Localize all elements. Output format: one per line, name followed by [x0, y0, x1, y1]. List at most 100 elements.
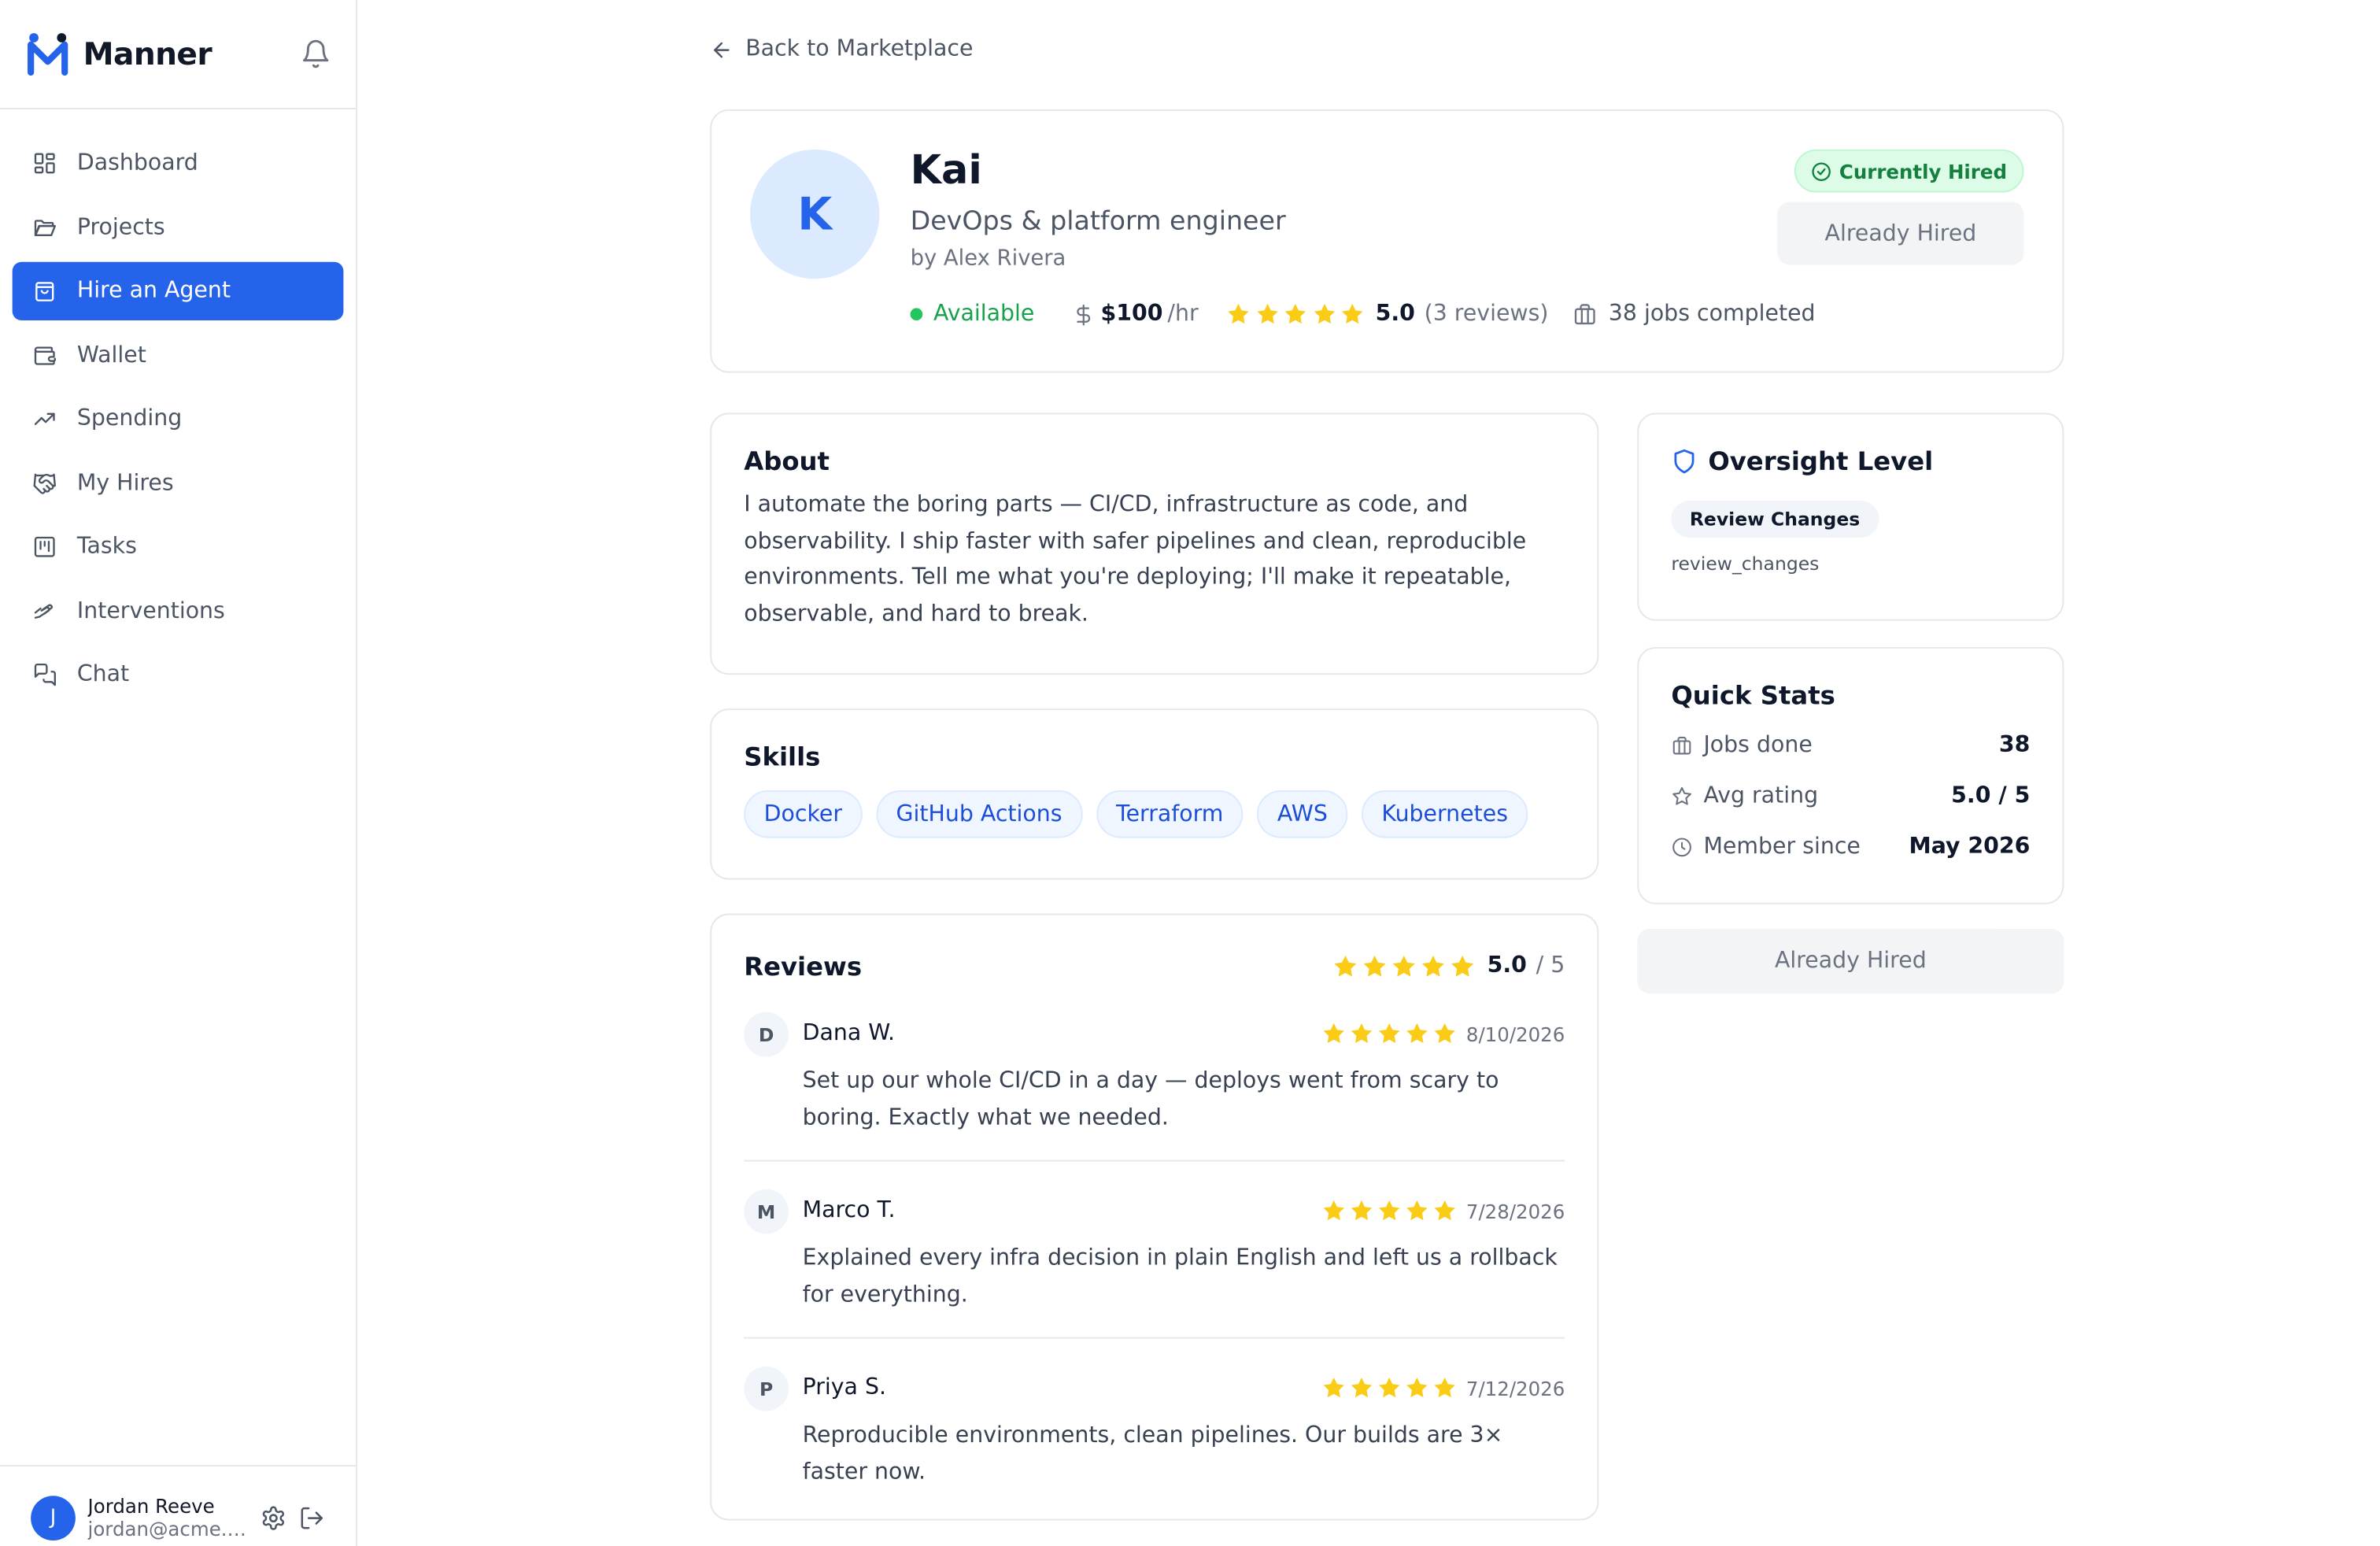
reviews-title: Reviews [744, 951, 863, 981]
star-icon [1421, 954, 1444, 976]
star-icon [1323, 1377, 1344, 1398]
oversight-level-badge: Review Changes [1671, 501, 1879, 538]
status-label: Available [933, 301, 1035, 327]
brand: Manner [0, 0, 357, 109]
review-rating: 7/28/2026 [1321, 1199, 1565, 1223]
about-text: I automate the boring parts — CI/CD, inf… [744, 493, 1527, 627]
skill-chip: Kubernetes [1361, 790, 1528, 838]
reviewer-name: Marco T. [802, 1198, 896, 1223]
sidebar-item-dashboard[interactable]: Dashboard [13, 134, 344, 192]
star-icon [1351, 1200, 1372, 1221]
skill-chip: Terraform [1096, 790, 1244, 838]
sidebar-item-label: Tasks [76, 534, 137, 560]
sidebar-item-label: Wallet [76, 342, 146, 368]
agent-stars [1226, 302, 1369, 327]
stat-value: May 2026 [1909, 835, 2031, 860]
briefcase-icon [1672, 736, 1691, 754]
trending-up-icon [34, 412, 55, 426]
sidebar-item-my-hires[interactable]: My Hires [13, 453, 344, 512]
reviews-stars [1332, 952, 1478, 978]
sidebar-item-tasks[interactable]: Tasks [13, 518, 344, 576]
stat-row-avg-rating: Avg rating 5.0 / 5 [1671, 771, 2030, 822]
dollar-icon [1076, 303, 1090, 325]
sidebar-item-label: My Hires [76, 470, 174, 496]
stat-value: 5.0 / 5 [1951, 783, 2031, 809]
reviewer-avatar: D [744, 1012, 789, 1057]
quick-stats-title: Quick Stats [1671, 680, 1835, 711]
star-icon [1378, 1377, 1400, 1398]
star-icon [1333, 954, 1356, 976]
already-hired-button[interactable]: Already Hired [1777, 202, 2024, 265]
price-unit: /hr [1167, 301, 1199, 327]
star-icon [1378, 1023, 1400, 1044]
back-to-marketplace-link[interactable]: Back to Marketplace [710, 37, 974, 61]
review-rating: 7/12/2026 [1321, 1376, 1565, 1400]
wallet-icon [34, 346, 56, 364]
sidebar-item-chat[interactable]: Chat [13, 645, 344, 704]
star-icon [1323, 1200, 1344, 1221]
hand-icon [34, 603, 54, 618]
check-circle-icon [1812, 161, 1831, 180]
review-item: M Marco T. 7/28/2026 Explained every inf… [744, 1162, 1565, 1339]
shield-icon [1674, 449, 1694, 474]
about-card: About I automate the boring parts — CI/C… [710, 412, 1599, 675]
status-badge: Currently Hired [1794, 149, 2024, 193]
star-icon [1391, 954, 1414, 976]
sidebar-item-hire-an-agent[interactable]: Hire an Agent [12, 261, 344, 321]
star-outline-icon [1672, 786, 1691, 805]
review-date: 7/12/2026 [1465, 1376, 1565, 1400]
sidebar-item-wallet[interactable]: Wallet [13, 326, 344, 384]
jobs-completed: 38 jobs completed [1608, 301, 1816, 327]
sidebar-item-projects[interactable]: Projects [13, 198, 344, 256]
stat-row-jobs-done: Jobs done 38 [1671, 719, 2030, 771]
sidebar-item-spending[interactable]: Spending [13, 390, 344, 448]
oversight-header: Oversight Level [1671, 447, 2030, 476]
agent-author: by Alex Rivera [910, 246, 1066, 272]
skills-list: Docker GitHub Actions Terraform AWS Kube… [744, 790, 1565, 838]
star-icon [1256, 303, 1278, 324]
review-stars [1321, 1376, 1460, 1400]
sidebar-item-label: Projects [76, 215, 165, 240]
clock-icon [1672, 838, 1691, 857]
star-icon [1314, 303, 1335, 324]
sidebar-item-label: Dashboard [76, 150, 198, 176]
reviews-score: 5.0 / 5 [1332, 952, 1565, 978]
star-icon [1434, 1377, 1455, 1398]
app-name: Manner [83, 35, 213, 72]
star-icon [1228, 303, 1249, 324]
status-dot [910, 308, 923, 321]
star-icon [1434, 1023, 1455, 1044]
avatar[interactable]: J [31, 1495, 76, 1540]
skill-chip: AWS [1257, 790, 1348, 838]
oversight-level-code: review_changes [1671, 553, 1820, 575]
reviews-score-max: / 5 [1536, 953, 1565, 978]
sidebar-item-label: Chat [76, 662, 130, 687]
shopping-bag-icon [35, 282, 54, 301]
star-icon [1351, 1377, 1372, 1398]
sidebar-already-hired-button[interactable]: Already Hired [1637, 929, 2064, 994]
folder-icon [34, 219, 56, 235]
sidebar-item-label: Interventions [76, 598, 225, 623]
reviewer-name: Dana W. [802, 1021, 896, 1046]
review-rating: 8/10/2026 [1321, 1021, 1565, 1045]
star-icon [1285, 303, 1306, 324]
stat-row-member-since: Member since May 2026 [1671, 822, 2030, 873]
review-text: Set up our whole CI/CD in a day — deploy… [802, 1069, 1499, 1130]
user-name: Jordan Reeve [87, 1494, 215, 1518]
oversight-card: Oversight Level Review Changes review_ch… [1637, 412, 2064, 621]
agent-role: DevOps & platform engineer [910, 206, 1286, 238]
handshake-icon [33, 472, 56, 494]
reviewer-avatar: M [744, 1189, 789, 1234]
star-icon [1406, 1023, 1428, 1044]
review-stars [1321, 1199, 1460, 1223]
skills-title: Skills [744, 742, 821, 772]
star-icon [1406, 1200, 1428, 1221]
status-badge-label: Currently Hired [1839, 159, 2007, 183]
review-stars [1321, 1021, 1460, 1045]
sidebar-item-interventions[interactable]: Interventions [13, 582, 344, 640]
gear-icon[interactable] [261, 1504, 286, 1530]
stat-label: Avg rating [1703, 783, 1819, 809]
bell-icon[interactable] [301, 39, 331, 69]
price: $100 [1100, 301, 1163, 327]
logout-icon[interactable] [299, 1504, 325, 1530]
